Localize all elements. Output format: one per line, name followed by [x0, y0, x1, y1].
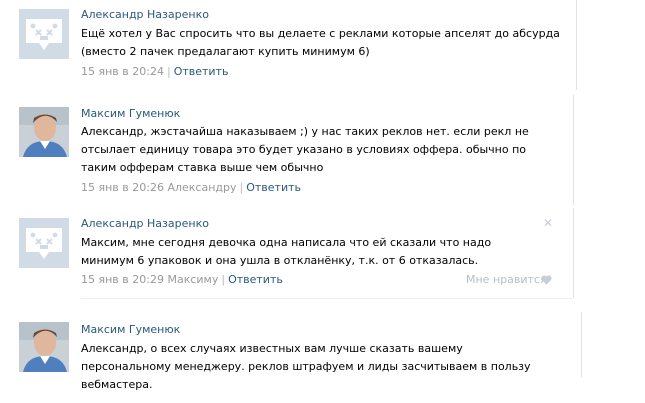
- comment-author[interactable]: Максим Гуменюк: [81, 323, 180, 336]
- card-divider: [576, 0, 577, 90]
- close-icon[interactable]: ✕: [543, 217, 553, 229]
- comment-text: Александр, о всех случаях известных вам …: [81, 342, 531, 391]
- card-divider: [573, 208, 574, 298]
- reply-target[interactable]: Максиму: [167, 273, 218, 286]
- vk-camera-avatar-icon[interactable]: [19, 9, 69, 59]
- comment-2: Максим Гуменюк Александр, жэстачайша нак…: [0, 95, 600, 205]
- comment-text: Александр, жэстачайша наказываем ;) у на…: [81, 125, 529, 174]
- reply-link[interactable]: Ответить: [228, 273, 283, 286]
- comment-meta: 15 янв в 20:29 Максиму | Ответить: [81, 273, 283, 286]
- comment-4: Максим Гуменюк Александр, о всех случаях…: [0, 312, 600, 403]
- reply-target[interactable]: Александру: [167, 181, 236, 194]
- comment-date[interactable]: 15 янв в 20:26: [81, 181, 164, 194]
- card-divider: [573, 95, 574, 205]
- comment-meta: 15 янв в 20:24 | Ответить: [81, 65, 229, 78]
- like-label[interactable]: Мне нравится: [466, 273, 547, 286]
- comment-meta: 15 янв в 20:26 Александру | Ответить: [81, 181, 301, 194]
- comment-text: Ещё хотел у Вас спросить что вы делаете …: [81, 27, 560, 58]
- comment-author[interactable]: Александр Назаренко: [81, 217, 209, 230]
- comment-author[interactable]: Максим Гуменюк: [81, 107, 180, 120]
- comment-text: Максим, мне сегодня девочка одна написал…: [81, 236, 492, 267]
- comment-date[interactable]: 15 янв в 20:24: [81, 65, 164, 78]
- card-divider: [581, 312, 582, 377]
- reply-link[interactable]: Ответить: [174, 65, 229, 78]
- avatar[interactable]: [19, 322, 69, 372]
- reply-link[interactable]: Ответить: [246, 181, 301, 194]
- heart-icon[interactable]: [541, 275, 552, 285]
- comment-date[interactable]: 15 янв в 20:29: [81, 273, 164, 286]
- card-divider: [81, 298, 573, 299]
- comment-3: Александр Назаренко ✕ Максим, мне сегодн…: [0, 208, 600, 303]
- comment-author[interactable]: Александр Назаренко: [81, 8, 209, 21]
- vk-camera-avatar-icon[interactable]: [19, 218, 69, 268]
- comment-1: Александр Назаренко Ещё хотел у Вас спро…: [0, 0, 600, 95]
- avatar[interactable]: [19, 107, 69, 157]
